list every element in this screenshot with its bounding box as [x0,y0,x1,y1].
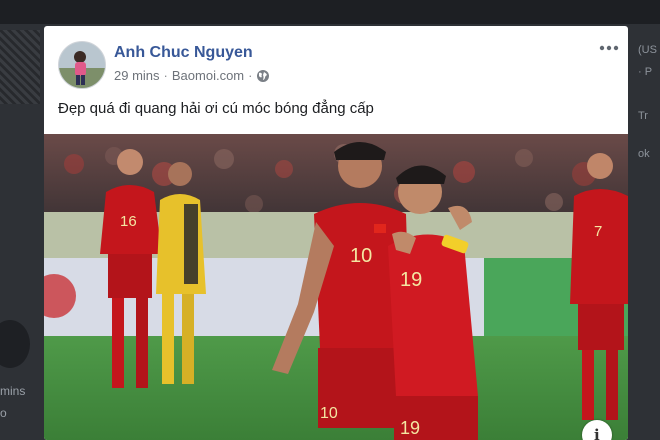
meta-separator: · [163,68,168,83]
background-o-text: o [0,406,7,420]
author-avatar[interactable] [58,41,106,89]
meta-separator-2: · [248,68,253,83]
background-right-text-1: (US [638,44,657,56]
jersey-number-10: 10 [350,245,372,267]
avatar-photo [59,42,105,88]
author-name-link[interactable]: Anh Chuc Nguyen [114,44,253,62]
background-right-text-3: Tr [638,110,648,122]
background-thumbnail [0,30,40,104]
jersey-number-7: 7 [594,223,602,240]
background-avatar [0,320,30,368]
more-options-icon[interactable] [598,40,620,56]
post-photo[interactable]: 16 7 10 10 19 19 [44,134,628,440]
post-timestamp-link[interactable]: 29 mins [114,68,160,83]
background-right-text-2: · P [638,66,653,78]
top-bar-backdrop [0,0,660,24]
post-card: Anh Chuc Nguyen 29 mins · Baomoi.com · Đ… [44,26,628,440]
background-right-text-4: ok [638,148,650,160]
info-glyph: i [594,426,600,440]
globe-icon[interactable] [256,69,270,83]
post-meta: 29 mins · Baomoi.com · [114,68,270,83]
background-mins-text: mins [0,384,26,398]
shorts-number-19: 19 [400,418,420,438]
post-text: Đẹp quá đi quang hải ơi cú móc bóng đẳng… [58,100,374,117]
jersey-number-16: 16 [120,213,137,230]
shorts-number-10: 10 [320,405,338,422]
jersey-number-19: 19 [400,269,422,291]
post-source-link[interactable]: Baomoi.com [172,68,244,83]
